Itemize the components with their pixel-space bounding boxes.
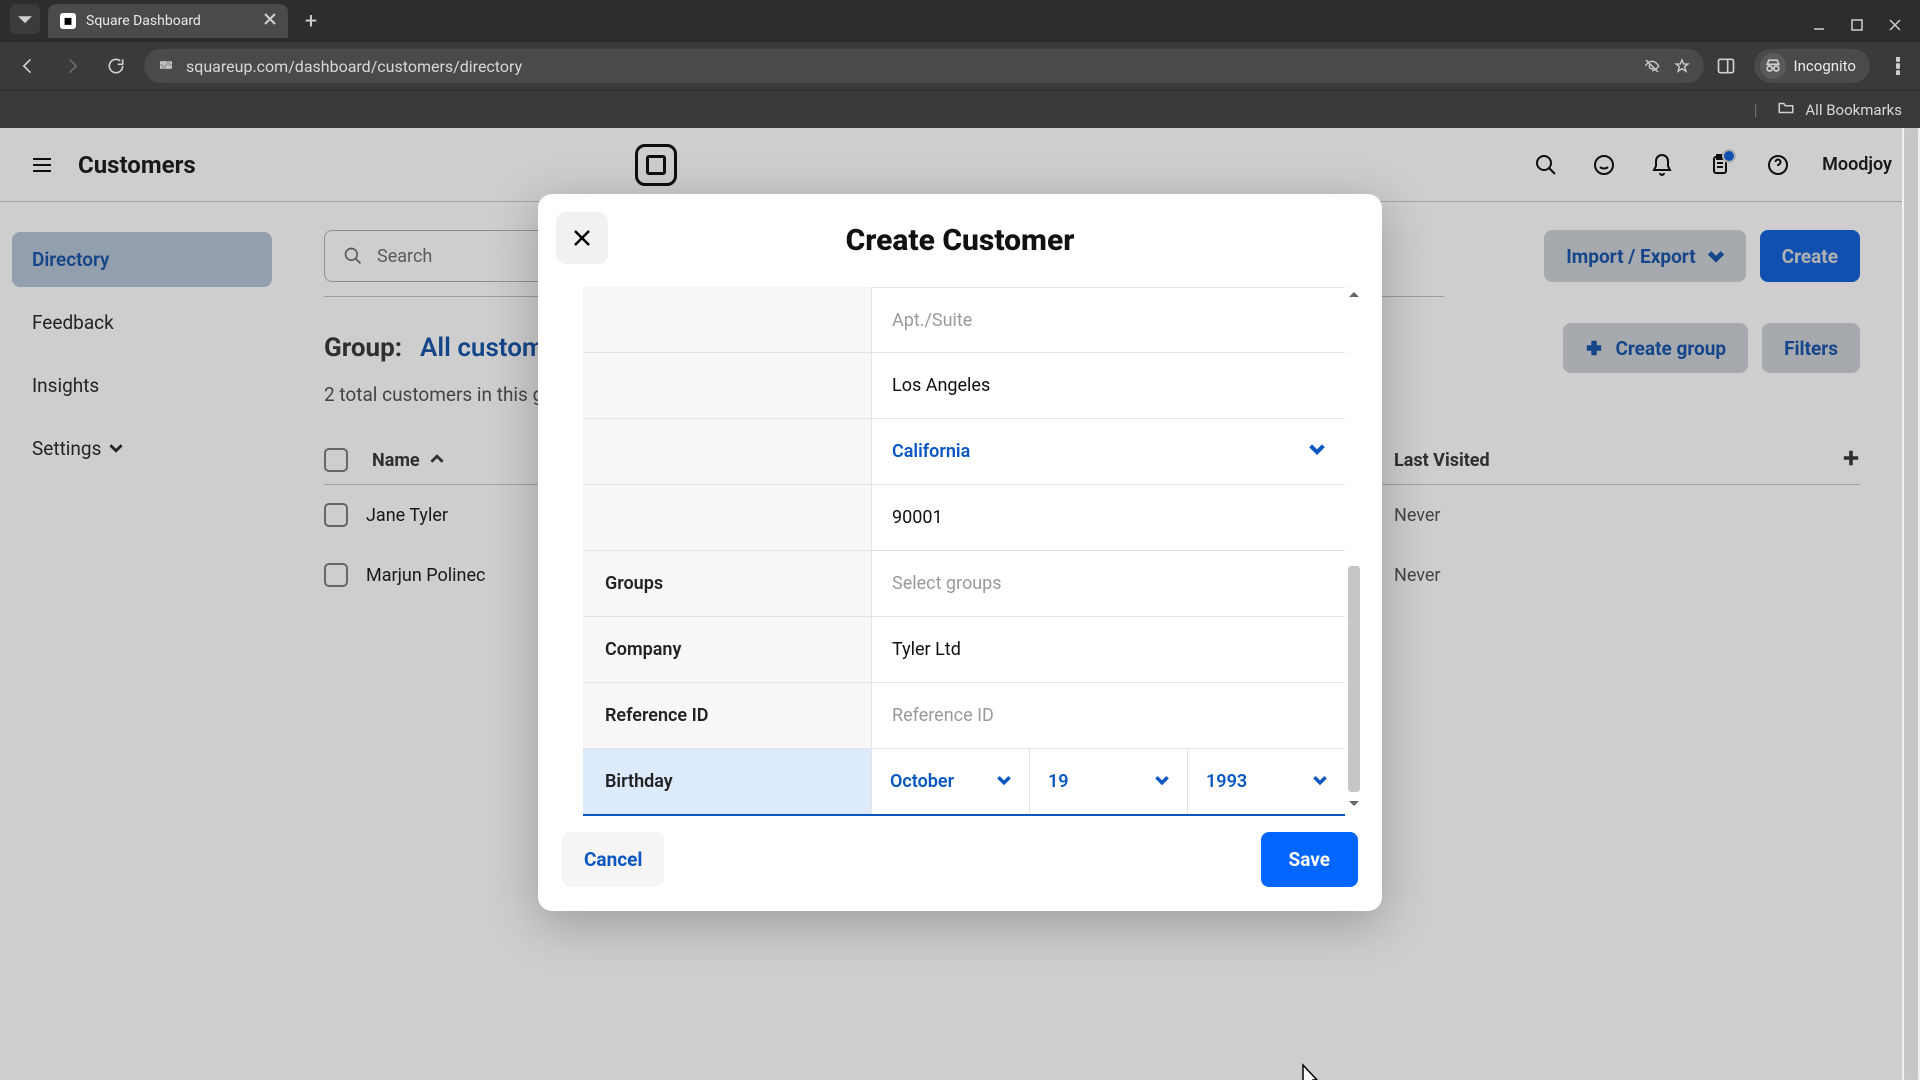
maximize-button[interactable]	[1850, 17, 1864, 36]
window-controls	[1812, 17, 1910, 36]
scrollbar-thumb[interactable]	[1348, 566, 1360, 792]
cursor-pointer-icon	[1297, 1063, 1321, 1080]
browser-tab[interactable]: ◼ Square Dashboard	[48, 4, 288, 38]
birthday-day-select[interactable]: 19	[1030, 749, 1188, 814]
minimize-button[interactable]	[1812, 17, 1826, 36]
modal-overlay: Create Customer Apt./Suite Los Angeles	[0, 128, 1920, 1080]
browser-menu-button[interactable]	[1888, 56, 1908, 76]
modal-scrollbar[interactable]	[1346, 286, 1362, 812]
chevron-down-icon	[1309, 441, 1325, 462]
eye-off-icon[interactable]	[1644, 58, 1660, 74]
address-bar[interactable]: squareup.com/dashboard/customers/directo…	[144, 49, 1704, 83]
close-window-button[interactable]	[1888, 17, 1902, 36]
incognito-badge[interactable]: Incognito	[1754, 49, 1870, 83]
back-button[interactable]	[12, 50, 44, 82]
bookmarks-bar: | All Bookmarks	[0, 90, 1920, 128]
site-settings-icon[interactable]	[158, 58, 174, 74]
new-tab-button[interactable]: +	[296, 6, 326, 36]
chevron-down-icon	[997, 771, 1011, 792]
reference-id-label: Reference ID	[583, 683, 871, 748]
folder-icon	[1777, 99, 1795, 121]
scroll-up-arrow[interactable]	[1346, 288, 1362, 302]
chevron-down-icon	[1155, 771, 1169, 792]
chevron-down-icon	[1313, 771, 1327, 792]
apt-suite-input[interactable]: Apt./Suite	[871, 287, 1345, 352]
incognito-label: Incognito	[1794, 57, 1856, 75]
create-customer-modal: Create Customer Apt./Suite Los Angeles	[538, 194, 1382, 911]
all-bookmarks-button[interactable]: All Bookmarks	[1805, 101, 1902, 119]
modal-form-scroll: Apt./Suite Los Angeles California	[582, 286, 1362, 812]
url-text: squareup.com/dashboard/customers/directo…	[186, 57, 522, 76]
favicon-icon: ◼	[60, 13, 76, 29]
browser-tab-strip: ◼ Square Dashboard +	[0, 0, 1920, 42]
reload-button[interactable]	[100, 50, 132, 82]
scroll-down-arrow[interactable]	[1346, 796, 1362, 810]
birthday-label: Birthday	[583, 749, 871, 814]
browser-toolbar: squareup.com/dashboard/customers/directo…	[0, 42, 1920, 90]
city-input[interactable]: Los Angeles	[871, 353, 1345, 418]
modal-title: Create Customer	[846, 223, 1075, 258]
page-scrollbar[interactable]	[1902, 128, 1920, 1080]
page-viewport: Customers Moodjoy Directory Feedback Ins…	[0, 128, 1920, 1080]
groups-label: Groups	[583, 551, 871, 616]
company-input[interactable]: Tyler Ltd	[871, 617, 1345, 682]
zip-input[interactable]: 90001	[871, 485, 1345, 550]
tab-search-button[interactable]	[10, 4, 40, 34]
company-label: Company	[583, 617, 871, 682]
forward-button[interactable]	[56, 50, 88, 82]
state-select[interactable]: California	[871, 419, 1345, 484]
groups-select[interactable]: Select groups	[871, 551, 1345, 616]
birthday-year-select[interactable]: 1993	[1188, 749, 1345, 814]
save-button[interactable]: Save	[1261, 832, 1359, 887]
incognito-icon	[1760, 53, 1786, 79]
modal-close-button[interactable]	[556, 212, 608, 264]
tab-close-button[interactable]	[264, 13, 276, 29]
cancel-button[interactable]: Cancel	[562, 832, 664, 887]
reference-id-input[interactable]: Reference ID	[871, 683, 1345, 748]
scrollbar-thumb[interactable]	[1904, 128, 1918, 1080]
bookmark-star-icon[interactable]	[1674, 58, 1690, 74]
tab-title: Square Dashboard	[86, 13, 201, 29]
birthday-month-select[interactable]: October	[872, 749, 1030, 814]
sidepanel-icon[interactable]	[1716, 56, 1736, 76]
address-label-continued	[583, 287, 871, 352]
